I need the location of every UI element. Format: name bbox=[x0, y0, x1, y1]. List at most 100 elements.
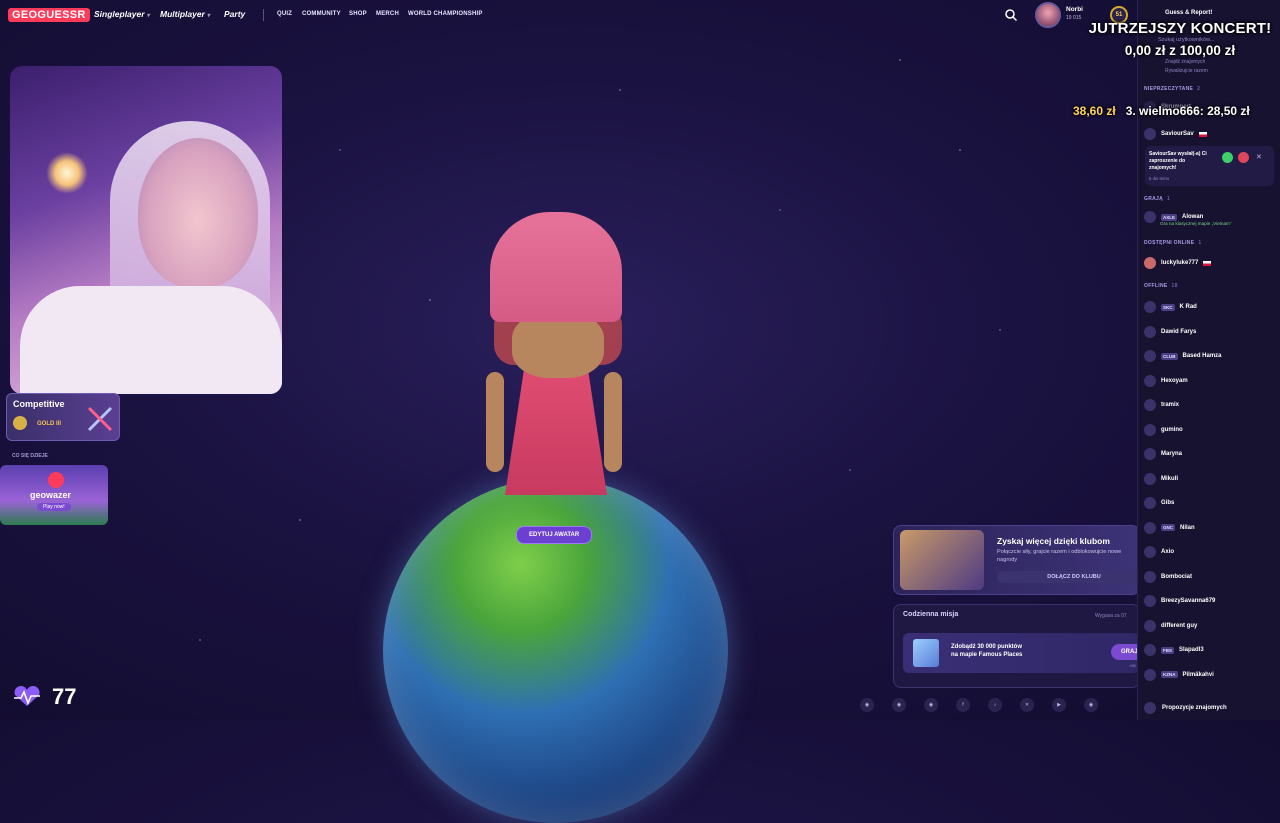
nav-singleplayer[interactable]: Singleplayer ▾ bbox=[94, 9, 150, 19]
friend-item[interactable]: Maryna bbox=[1144, 447, 1182, 461]
club-tag: SKC bbox=[1161, 303, 1175, 311]
geoguessr-logo[interactable]: GEOGUESSR bbox=[8, 8, 90, 22]
request-time: 5 dni temu bbox=[1149, 176, 1170, 181]
friend-item[interactable]: gumino bbox=[1144, 423, 1183, 437]
friend-item[interactable]: Axio bbox=[1144, 545, 1174, 559]
edit-avatar-button[interactable]: EDYTUJ AWATAR bbox=[516, 526, 593, 544]
chevron-down-icon: ▾ bbox=[206, 13, 210, 19]
friend-item[interactable]: GNC Nilan bbox=[1144, 521, 1195, 535]
friend-item[interactable]: CLUB Based Hamza bbox=[1144, 349, 1222, 363]
nav-quiz[interactable]: QUIZ bbox=[277, 11, 292, 17]
mission-expiry: Wygasa za 07 bbox=[1095, 613, 1127, 619]
avatar bbox=[1144, 399, 1156, 411]
heart-pulse-icon bbox=[14, 686, 40, 706]
friend-item[interactable]: Gibs bbox=[1144, 496, 1174, 510]
section-unread: NIEPRZECZYTANE 2 bbox=[1144, 86, 1201, 92]
playing-status: Gra na klasycznej mapie „Vietnam” bbox=[1160, 221, 1232, 226]
avatar bbox=[1144, 546, 1156, 558]
geowazer-name: geowazer bbox=[30, 490, 72, 500]
streamer-face bbox=[138, 138, 258, 288]
section-online: DOSTĘPNI ONLINE 1 bbox=[1144, 240, 1202, 246]
search-icon[interactable] bbox=[1004, 8, 1018, 22]
friend-item[interactable]: Hexoyam bbox=[1144, 374, 1188, 388]
friend-name: Axio bbox=[1161, 549, 1175, 555]
join-club-button[interactable]: DOŁĄCZ DO KLUBU bbox=[997, 571, 1151, 583]
mission-reward: +90 bbox=[1129, 663, 1136, 668]
competitive-rank: GOLD III bbox=[37, 421, 61, 427]
friend-item[interactable]: KZNA Pilmäkahvi bbox=[1144, 668, 1214, 682]
what-happening-label: CO SIĘ DZIEJE bbox=[12, 453, 48, 459]
club-tag: FBS bbox=[1161, 646, 1174, 654]
user-avatar[interactable] bbox=[1035, 2, 1061, 28]
friend-name: Hexoyam bbox=[1161, 377, 1188, 384]
twitch-icon[interactable]: ◉ bbox=[1084, 698, 1098, 712]
user-name[interactable]: Norbi bbox=[1066, 6, 1083, 13]
avatar bbox=[1144, 570, 1156, 583]
youtube-icon[interactable]: ▶ bbox=[1052, 698, 1066, 712]
crossed-swords-icon bbox=[87, 406, 113, 432]
friend-name: different guy bbox=[1161, 622, 1198, 629]
tiktok-icon[interactable]: ♪ bbox=[988, 698, 1002, 712]
reddit-icon[interactable]: ◉ bbox=[892, 698, 906, 712]
avatar bbox=[1144, 301, 1156, 313]
friend-name: tramix bbox=[1161, 402, 1180, 408]
avatar bbox=[1144, 521, 1156, 534]
club-tag: KZNA bbox=[1161, 671, 1178, 678]
friend-item[interactable]: tramix bbox=[1144, 398, 1179, 412]
friend-name: Slapadl3 bbox=[1179, 647, 1204, 653]
accept-icon[interactable] bbox=[1222, 152, 1233, 163]
friend-name: BreezySavanna679 bbox=[1161, 598, 1216, 604]
competitive-title: Competitive bbox=[13, 399, 65, 409]
facebook-icon[interactable]: f bbox=[956, 698, 970, 712]
friend-item[interactable]: different guy bbox=[1144, 619, 1197, 633]
reject-icon[interactable] bbox=[1238, 152, 1249, 163]
avatar-beanie bbox=[490, 212, 622, 322]
x-icon[interactable]: ✕ bbox=[1020, 698, 1034, 712]
map-icon bbox=[913, 639, 939, 667]
friend-item[interactable]: SaviourSav bbox=[1144, 127, 1207, 141]
friend-name: K Rad bbox=[1179, 304, 1197, 310]
friend-item[interactable]: Bombociat bbox=[1144, 570, 1192, 584]
club-title: Zyskaj więcej dzięki klubom bbox=[997, 536, 1110, 546]
heart-rate-widget: 77 bbox=[12, 684, 76, 710]
avatar bbox=[1144, 644, 1156, 656]
request-text: SaviourSav wysłał(-a) Ci zaproszenie do … bbox=[1149, 151, 1207, 171]
avatar-arm-right bbox=[604, 372, 622, 472]
competitive-card[interactable]: Competitive GOLD III bbox=[6, 393, 120, 441]
medal-icon bbox=[13, 416, 27, 430]
close-icon[interactable]: ✕ bbox=[1256, 153, 1262, 161]
friend-item[interactable]: BreezySavanna679 bbox=[1144, 594, 1215, 608]
friend-item[interactable]: luckyluke777 bbox=[1144, 256, 1212, 270]
discord-icon[interactable]: ◉ bbox=[860, 698, 874, 712]
avatar bbox=[1144, 325, 1156, 338]
geowazer-play-button[interactable]: Play now! bbox=[37, 503, 71, 511]
nav-community[interactable]: COMMUNITY bbox=[302, 11, 341, 17]
instagram-icon[interactable]: ◉ bbox=[924, 698, 938, 712]
nav-merch[interactable]: MERCH bbox=[376, 11, 399, 17]
concert-title: JUTRZEJSZY KONCERT! bbox=[1088, 20, 1272, 37]
friend-item[interactable]: Dawid Farys bbox=[1144, 325, 1196, 339]
concert-amount: 0,00 zł z 100,00 zł bbox=[1124, 43, 1236, 58]
avatar bbox=[1144, 668, 1156, 681]
geowazer-card[interactable]: geowazer Play now! bbox=[0, 465, 108, 525]
nav-shop[interactable]: SHOP bbox=[349, 11, 367, 17]
friend-request: SaviourSav wysłał(-a) Ci zaproszenie do … bbox=[1145, 146, 1274, 186]
club-tag: CLUB bbox=[1161, 352, 1178, 360]
friend-item[interactable]: SKC K Rad bbox=[1144, 300, 1197, 314]
mission-title: Codzienna misja bbox=[903, 611, 959, 618]
friend-name: Gibs bbox=[1161, 500, 1175, 506]
nav-multiplayer[interactable]: Multiplayer ▾ bbox=[160, 9, 210, 19]
heart-rate-value: 77 bbox=[52, 684, 77, 709]
avatar bbox=[1144, 497, 1156, 509]
club-illustration bbox=[900, 530, 984, 590]
friend-item[interactable]: Mikull bbox=[1144, 472, 1178, 486]
nav-world-championship[interactable]: WORLD CHAMPIONSHIP bbox=[408, 11, 483, 17]
nav-party[interactable]: Party bbox=[224, 9, 245, 19]
club-promo-card: Zyskaj więcej dzięki klubom Połączcie si… bbox=[893, 525, 1151, 595]
friend-proposals[interactable]: Propozycje znajomych bbox=[1144, 702, 1227, 714]
friend-name: gumino bbox=[1161, 426, 1183, 433]
friend-item[interactable]: FBS Slapadl3 bbox=[1144, 643, 1204, 657]
guess-report-link[interactable]: Guess & Report! bbox=[1165, 10, 1212, 16]
section-offline: OFFLINE 18 bbox=[1144, 283, 1178, 289]
daily-mission-card: Codzienna misja Wygasa za 07 Zdobądź 30 … bbox=[893, 604, 1148, 688]
